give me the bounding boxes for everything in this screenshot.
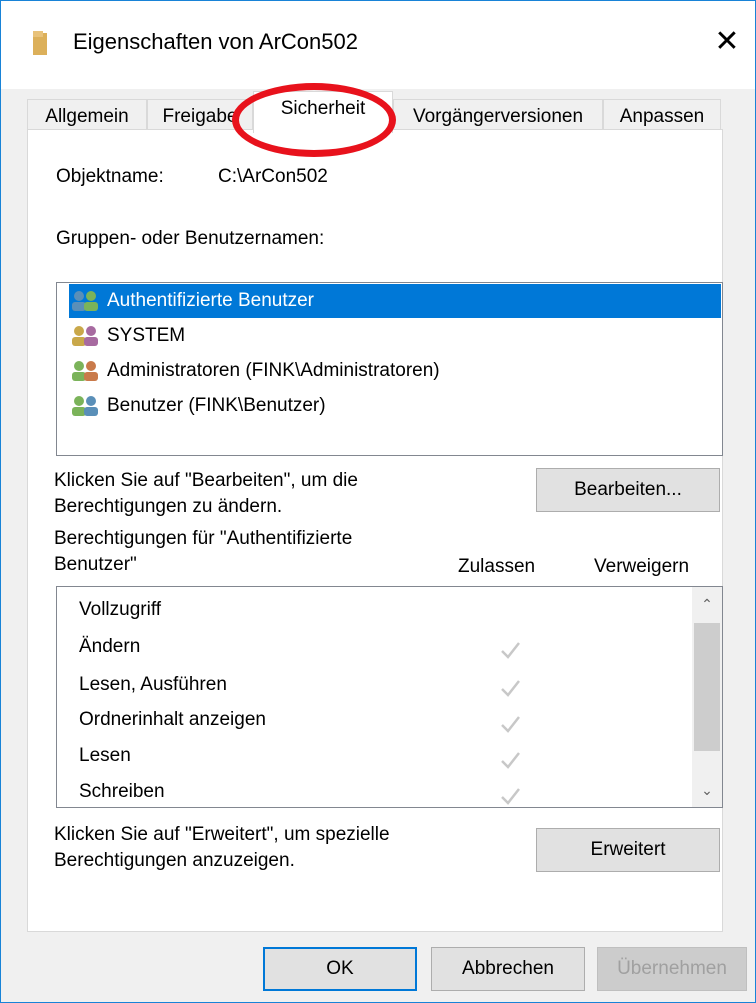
ok-button-label: OK: [326, 958, 354, 979]
group-name: Benutzer (FINK\Benutzer): [107, 395, 326, 416]
close-button[interactable]: ✕: [699, 11, 755, 71]
advanced-button-label: Erweitert: [590, 839, 666, 860]
permission-row: Vollzugriff: [79, 599, 162, 620]
group-name: Authentifizierte Benutzer: [107, 290, 315, 311]
checkmark-icon: [501, 716, 520, 733]
permission-row: Ändern: [79, 636, 141, 657]
list-item[interactable]: Administratoren (FINK\Administratoren): [69, 354, 721, 388]
scroll-up-icon[interactable]: ⌃: [692, 589, 722, 619]
permissions-heading-line2: Benutzer": [54, 554, 137, 575]
cancel-button-label: Abbrechen: [462, 958, 554, 979]
tab-freigabe[interactable]: Freigabe: [147, 99, 253, 133]
group-name: Administratoren (FINK\Administratoren): [107, 360, 440, 381]
apply-button-label: Übernehmen: [617, 958, 727, 979]
tab-vorgaengerversionen[interactable]: Vorgängerversionen: [393, 99, 603, 133]
permissions-heading-line1: Berechtigungen für "Authentifizierte: [54, 528, 353, 549]
list-item[interactable]: SYSTEM: [69, 319, 721, 353]
tab-anpassen[interactable]: Anpassen: [603, 99, 721, 133]
advanced-button[interactable]: Erweitert: [536, 828, 720, 872]
groups-listbox[interactable]: Authentifizierte Benutzer SYSTEM Adminis…: [56, 282, 723, 456]
permission-row: Schreiben: [79, 781, 165, 802]
checkmark-icon: [501, 642, 520, 659]
object-name-value: C:\ArCon502: [218, 166, 328, 187]
scroll-thumb[interactable]: [694, 623, 720, 751]
permission-row: Lesen: [79, 745, 131, 766]
title-bar[interactable]: Eigenschaften von ArCon502 ✕: [1, 1, 755, 89]
object-name-label: Objektname:: [56, 166, 164, 187]
tab-label: Allgemein: [45, 106, 129, 127]
edit-button[interactable]: Bearbeiten...: [536, 468, 720, 512]
advanced-hint-line2: Berechtigungen anzuzeigen.: [54, 850, 295, 871]
edit-button-label: Bearbeiten...: [574, 479, 682, 500]
folder-icon: [33, 31, 47, 55]
allow-column-header: Zulassen: [458, 556, 536, 577]
apply-button[interactable]: Übernehmen: [597, 947, 747, 991]
checkmark-icon: [501, 788, 520, 805]
permissions-scrollbar[interactable]: ⌃ ⌄: [692, 587, 722, 807]
tab-strip: Allgemein Freigabe Sicherheit Vorgängerv…: [27, 91, 723, 133]
cancel-button[interactable]: Abbrechen: [431, 947, 585, 991]
tab-label: Vorgängerversionen: [412, 106, 584, 127]
properties-dialog: Eigenschaften von ArCon502 ✕ Allgemein F…: [0, 0, 756, 1003]
checkmark-icon: [501, 752, 520, 769]
tab-allgemein[interactable]: Allgemein: [27, 99, 147, 133]
users-icon: [72, 396, 98, 416]
security-panel: Objektname: C:\ArCon502 Gruppen- oder Be…: [27, 129, 723, 932]
advanced-hint-line1: Klicken Sie auf "Erweitert", um speziell…: [54, 824, 390, 845]
edit-hint-line2: Berechtigungen zu ändern.: [54, 496, 283, 517]
tab-sicherheit[interactable]: Sicherheit: [253, 91, 393, 133]
edit-hint-line1: Klicken Sie auf "Bearbeiten", um die: [54, 470, 358, 491]
tab-label: Anpassen: [619, 106, 705, 127]
deny-column-header: Verweigern: [594, 556, 690, 577]
permission-row: Lesen, Ausführen: [79, 674, 227, 695]
close-icon: ✕: [714, 24, 740, 58]
ok-button[interactable]: OK: [263, 947, 417, 991]
users-icon: [72, 291, 98, 311]
permission-row: Ordnerinhalt anzeigen: [79, 709, 266, 730]
users-icon: [72, 326, 98, 346]
users-icon: [72, 361, 98, 381]
tab-label: Freigabe: [162, 106, 238, 127]
permissions-list[interactable]: Vollzugriff Ändern Lesen, Ausführen Ordn…: [56, 586, 723, 808]
tab-label: Sicherheit: [280, 98, 366, 119]
scroll-down-icon[interactable]: ⌄: [692, 775, 722, 805]
list-item[interactable]: Authentifizierte Benutzer: [69, 284, 721, 318]
window-title: Eigenschaften von ArCon502: [73, 29, 358, 54]
groups-label: Gruppen- oder Benutzernamen:: [56, 228, 325, 249]
checkmark-icon: [501, 680, 520, 697]
group-name: SYSTEM: [107, 325, 186, 346]
list-item[interactable]: Benutzer (FINK\Benutzer): [69, 389, 721, 423]
